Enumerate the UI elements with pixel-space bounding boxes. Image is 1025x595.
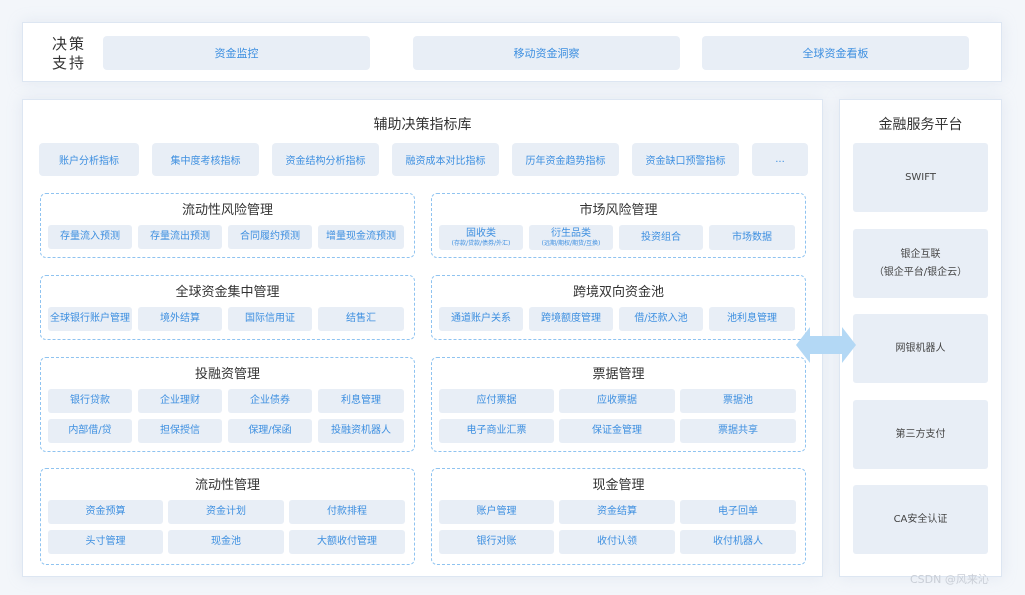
service-label: 网银机器人 (895, 342, 946, 354)
group-item[interactable]: 资金预算 (48, 500, 163, 524)
service-third-party-payment[interactable]: 第三方支付 (853, 400, 988, 469)
bill-management-group: 票据管理 应付票据 应收票据 票据池 电子商业汇票 保证金管理 票据共享 (431, 357, 806, 452)
market-risk-group: 市场风险管理 固收类 (存款/贷款/债券/外汇) 衍生品类 (远期/期权/期货/… (431, 193, 806, 258)
group-title: 投融资管理 (194, 367, 260, 382)
service-label: SWIFT (905, 171, 936, 183)
group-item[interactable]: 借/还款入池 (619, 307, 703, 331)
group-item[interactable]: 全球银行账户管理 (48, 307, 132, 331)
indicator-item[interactable]: 账户分析指标 (39, 143, 139, 176)
financial-platform-title: 金融服务平台 (878, 117, 963, 133)
group-title: 全球资金集中管理 (175, 285, 280, 300)
item-sublabel: (存款/贷款/债券/外汇) (451, 239, 511, 247)
group-title: 现金管理 (592, 478, 645, 493)
indicator-item[interactable]: 集中度考核指标 (152, 143, 259, 176)
group-title: 流动性风险管理 (181, 203, 273, 218)
group-item[interactable]: 现金池 (168, 530, 284, 554)
service-bank-enterprise-link[interactable]: 银企互联 （银企平台/银企云） (853, 229, 988, 298)
group-title: 跨境双向资金池 (572, 285, 664, 300)
group-item[interactable]: 付款排程 (289, 500, 405, 524)
group-item[interactable]: 国际信用证 (228, 307, 312, 331)
group-item[interactable]: 市场数据 (709, 225, 795, 250)
label-line-1: 决策 (51, 35, 86, 53)
group-item[interactable]: 存量流出预测 (138, 225, 222, 249)
fund-monitoring-button[interactable]: 资金监控 (103, 36, 370, 70)
liquidity-risk-group: 流动性风险管理 存量流入预测 存量流出预测 合同履约预测 增量现金流预测 (40, 193, 415, 258)
group-item[interactable]: 境外结算 (138, 307, 222, 331)
item-label: 衍生品类 (551, 227, 591, 239)
mobile-fund-insight-button[interactable]: 移动资金洞察 (413, 36, 680, 70)
liquidity-management-group: 流动性管理 资金预算 资金计划 付款排程 头寸管理 现金池 大额收付管理 (40, 468, 415, 565)
indicator-item[interactable]: 融资成本对比指标 (392, 143, 499, 176)
group-item[interactable]: 跨境额度管理 (529, 307, 613, 331)
service-ca-auth[interactable]: CA安全认证 (853, 485, 988, 554)
group-item[interactable]: 利息管理 (318, 389, 404, 413)
service-sublabel: （银企平台/银企云） (873, 266, 968, 278)
service-label: 第三方支付 (895, 428, 946, 440)
group-item[interactable]: 银行贷款 (48, 389, 132, 413)
group-item[interactable]: 收付认领 (559, 530, 675, 554)
group-item[interactable]: 银行对账 (439, 530, 554, 554)
group-item[interactable]: 投资组合 (619, 225, 703, 250)
group-item[interactable]: 账户管理 (439, 500, 554, 524)
group-item[interactable]: 衍生品类 (远期/期权/期货/互换) (529, 225, 613, 250)
indicator-item[interactable]: 历年资金趋势指标 (512, 143, 619, 176)
service-label: 银企互联 (900, 248, 941, 260)
item-label: 固收类 (466, 227, 496, 239)
service-swift[interactable]: SWIFT (853, 143, 988, 212)
item-sublabel: (远期/期权/期货/互换) (541, 239, 601, 247)
label-line-2: 支持 (51, 54, 86, 72)
group-item[interactable]: 增量现金流预测 (318, 225, 404, 249)
decision-support-bar: 决策 支持 资金监控 移动资金洞察 全球资金看板 (22, 22, 1002, 82)
indicator-library-title: 辅助决策指标库 (373, 117, 472, 133)
group-item[interactable]: 应付票据 (439, 389, 554, 413)
group-item[interactable]: 资金计划 (168, 500, 284, 524)
decision-support-label: 决策 支持 (51, 35, 87, 73)
group-item[interactable]: 电子商业汇票 (439, 419, 554, 443)
group-item[interactable]: 大额收付管理 (289, 530, 405, 554)
group-item[interactable]: 担保授信 (138, 419, 222, 443)
group-item[interactable]: 保证金管理 (559, 419, 675, 443)
group-title: 流动性管理 (194, 478, 260, 493)
group-title: 市场风险管理 (579, 203, 658, 218)
group-title: 票据管理 (592, 367, 645, 382)
group-item[interactable]: 投融资机器人 (318, 419, 404, 443)
group-item[interactable]: 池利息管理 (709, 307, 795, 331)
group-item[interactable]: 内部借/贷 (48, 419, 132, 443)
service-ebank-robot[interactable]: 网银机器人 (853, 314, 988, 383)
global-concentration-group: 全球资金集中管理 全球银行账户管理 境外结算 国际信用证 结售汇 (40, 275, 415, 340)
group-item[interactable]: 企业理财 (138, 389, 222, 413)
group-item[interactable]: 资金结算 (559, 500, 675, 524)
group-item[interactable]: 合同履约预测 (228, 225, 312, 249)
group-item[interactable]: 企业债券 (228, 389, 312, 413)
indicator-more[interactable]: ... (752, 143, 808, 176)
item-label: 市场数据 (732, 231, 772, 243)
investment-financing-group: 投融资管理 银行贷款 企业理财 企业债券 利息管理 内部借/贷 担保授信 保理/… (40, 357, 415, 452)
main-panel: 辅助决策指标库 账户分析指标 集中度考核指标 资金结构分析指标 融资成本对比指标… (22, 99, 823, 577)
group-item[interactable]: 收付机器人 (680, 530, 796, 554)
group-item[interactable]: 保理/保函 (228, 419, 312, 443)
indicator-item[interactable]: 资金结构分析指标 (272, 143, 379, 176)
group-item[interactable]: 头寸管理 (48, 530, 163, 554)
indicator-item[interactable]: 资金缺口预警指标 (632, 143, 739, 176)
financial-platform-panel: 金融服务平台 SWIFT 银企互联 （银企平台/银企云） 网银机器人 第三方支付… (839, 99, 1002, 577)
group-item[interactable]: 应收票据 (559, 389, 675, 413)
group-item[interactable]: 通道账户关系 (439, 307, 523, 331)
item-label: 投资组合 (641, 231, 681, 243)
group-item[interactable]: 结售汇 (318, 307, 404, 331)
global-fund-dashboard-button[interactable]: 全球资金看板 (702, 36, 969, 70)
group-item[interactable]: 票据共享 (680, 419, 796, 443)
cross-border-pool-group: 跨境双向资金池 通道账户关系 跨境额度管理 借/还款入池 池利息管理 (431, 275, 806, 340)
cash-management-group: 现金管理 账户管理 资金结算 电子回单 银行对账 收付认领 收付机器人 (431, 468, 806, 565)
group-item[interactable]: 票据池 (680, 389, 796, 413)
group-item[interactable]: 固收类 (存款/贷款/债券/外汇) (439, 225, 523, 250)
double-arrow-icon (796, 327, 856, 363)
service-label: CA安全认证 (893, 513, 948, 525)
group-item[interactable]: 电子回单 (680, 500, 796, 524)
watermark: CSDN @风来沁 (910, 573, 989, 586)
group-item[interactable]: 存量流入预测 (48, 225, 132, 249)
